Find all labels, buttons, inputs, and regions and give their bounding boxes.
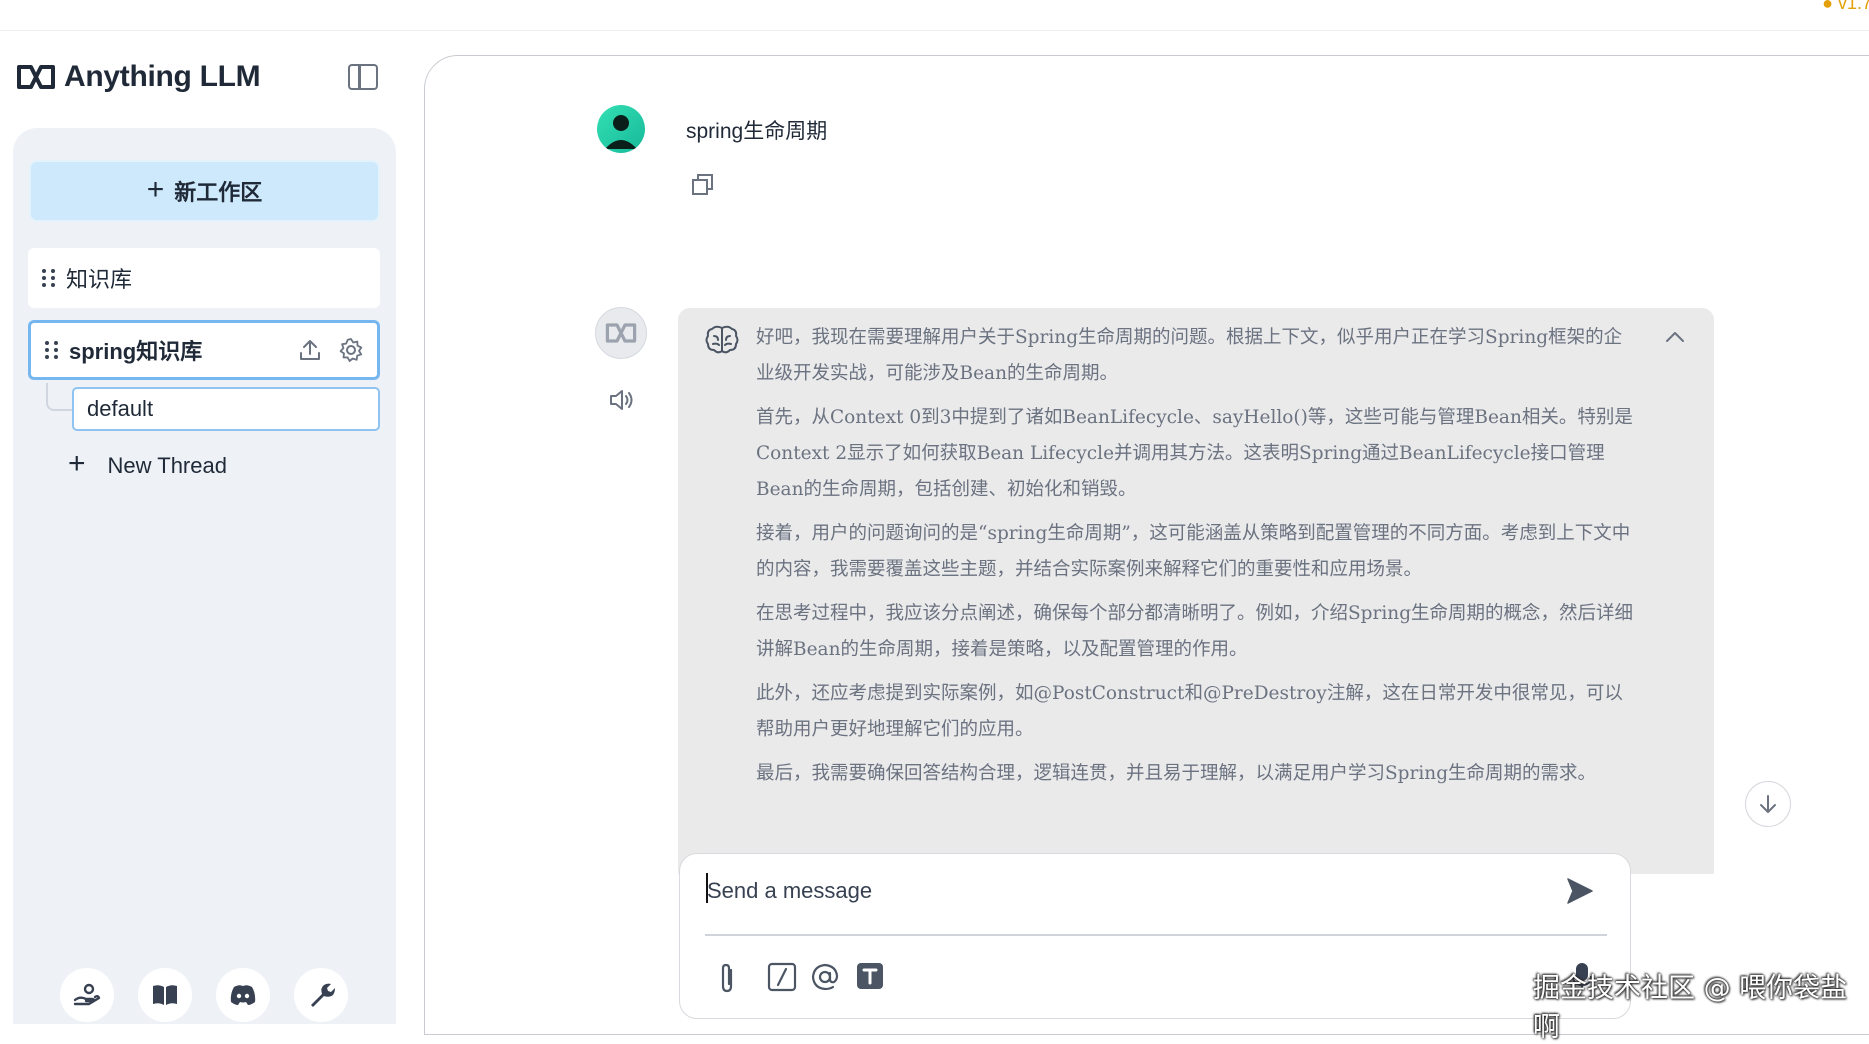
upload-icon[interactable] [297,337,323,363]
version-badge: ● v1.7.6 [1822,0,1869,13]
sidebar-item-workspace[interactable]: 知识库 [28,248,380,308]
sidebar-item-workspace-active[interactable]: spring知识库 [28,320,380,380]
assistant-avatar [595,307,647,359]
arrow-down-icon [1760,795,1776,813]
chevron-up-icon [1666,332,1684,342]
thinking-paragraph: 首先，从Context 0到3中提到了诸如BeanLifecycle、sayHe… [756,407,1633,500]
new-workspace-button[interactable]: + 新工作区 [29,160,380,222]
user-message: spring生命周期 [686,120,828,143]
message-input[interactable] [705,870,1549,912]
drag-handle-icon[interactable] [45,341,58,359]
copy-button[interactable] [691,173,715,202]
user-icon [605,115,637,149]
sidebar-toggle-icon[interactable] [348,64,378,90]
workspace-label: spring知识库 [69,339,203,364]
app-name: Anything LLM [64,60,261,93]
copy-icon [692,174,713,195]
speaker-icon [610,390,633,410]
composer-divider [705,934,1607,936]
sidebar-item-thread-default[interactable]: default [72,387,380,431]
top-bar: ● v1.7.6 [0,0,1869,31]
plus-icon: + [68,447,86,480]
slash-command-icon [767,962,797,992]
settings-wrench-icon [311,983,335,1007]
send-icon [1567,878,1593,904]
thinking-paragraph: 接着，用户的问题询问的是“spring生命周期”，这可能涵盖从策略到配置管理的不… [756,523,1631,580]
text-format-button[interactable] [856,962,884,995]
collapse-thinking-button[interactable] [1664,330,1686,349]
thread-connector [46,383,74,411]
docs-button[interactable] [138,968,192,1022]
agent-mention-button[interactable] [810,962,840,997]
watermark: 掘金技术社区 @ 喂你袋盐啊 [1533,973,1848,1043]
thinking-paragraph: 最后，我需要确保回答结构合理，逻辑连贯，并且易于理解，以满足用户学习Spring… [756,763,1597,784]
text-caret [706,873,708,903]
discord-button[interactable] [216,968,270,1022]
text-to-speech-button[interactable] [609,388,635,417]
gear-icon[interactable] [337,336,365,364]
brain-icon [704,324,740,361]
slash-command-button[interactable] [767,962,797,997]
anything-llm-logo-icon [17,65,55,89]
thread-label: default [87,396,154,421]
attach-button[interactable] [716,962,738,999]
new-thread-button[interactable]: + New Thread [68,447,227,480]
discord-icon [230,985,256,1005]
settings-button[interactable] [294,968,348,1022]
at-sign-icon [811,963,839,991]
workspace-label: 知识库 [66,267,133,292]
sidebar-footer [60,968,348,1022]
send-button[interactable] [1565,876,1595,911]
scroll-to-bottom-button[interactable] [1745,781,1791,827]
community-hub-button[interactable] [60,968,114,1022]
docs-book-icon [153,985,177,1005]
user-avatar [597,105,645,153]
new-workspace-label: 新工作区 [174,180,263,205]
new-thread-label: New Thread [107,452,227,478]
anything-llm-logo-icon [605,323,637,343]
paperclip-icon [721,963,733,993]
plus-icon: + [146,172,165,206]
thinking-text: 好吧，我现在需要理解用户关于Spring生命周期的问题。根据上下文，似乎用户正在… [756,320,1636,800]
text-size-icon [857,963,883,989]
thinking-paragraph: 好吧，我现在需要理解用户关于Spring生命周期的问题。根据上下文，似乎用户正在… [756,327,1623,384]
thinking-paragraph: 在思考过程中，我应该分点阐述，确保每个部分都清晰明了。例如，介绍Spring生命… [756,603,1634,660]
app-logo: Anything LLM [16,60,261,94]
drag-handle-icon[interactable] [42,269,55,287]
thinking-paragraph: 此外，还应考虑提到实际案例，如@PostConstruct和@PreDestro… [756,683,1623,740]
community-hub-icon [73,983,101,1006]
